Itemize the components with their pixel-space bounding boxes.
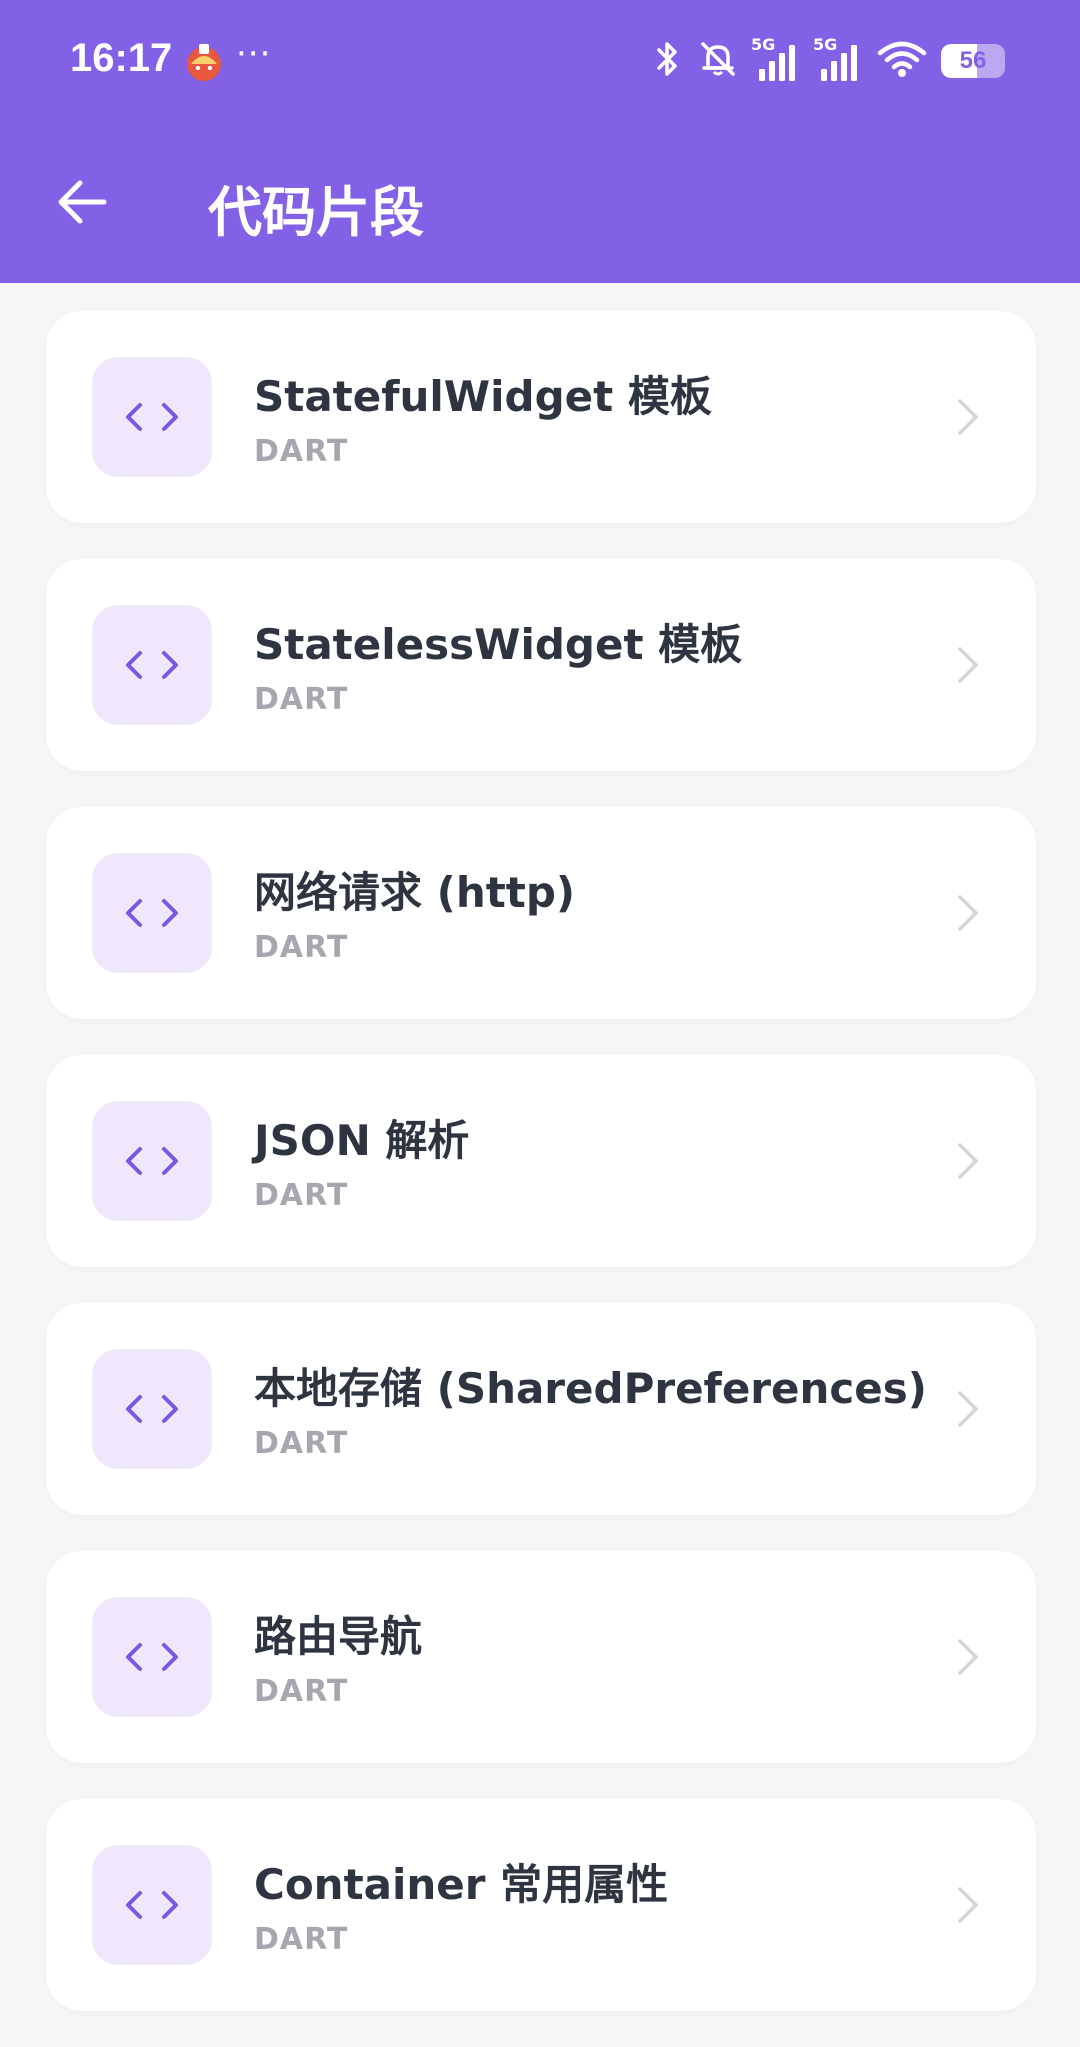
chevron-right-icon	[958, 399, 978, 435]
code-icon	[92, 605, 212, 725]
signal-icon-sim1: 5G	[751, 35, 801, 83]
code-icon	[92, 853, 212, 973]
code-icon	[92, 357, 212, 477]
bluetooth-icon	[651, 39, 683, 83]
snippet-item[interactable]: 路由导航 DART	[46, 1551, 1036, 1763]
status-time: 16:17	[70, 36, 173, 80]
mute-bell-icon	[697, 38, 739, 84]
snippet-list: StatefulWidget 模板 DART StatelessWidget 模…	[46, 311, 1036, 2047]
snippet-title: 网络请求 (http)	[254, 868, 576, 917]
battery-indicator: 56	[941, 44, 1005, 78]
code-icon	[92, 1845, 212, 1965]
snippet-language: DART	[254, 1426, 349, 1461]
snippet-item[interactable]: Container 常用属性 DART	[46, 1799, 1036, 2011]
app-notification-icon	[183, 40, 225, 82]
snippet-title: Container 常用属性	[254, 1860, 669, 1909]
chevron-right-icon	[958, 1887, 978, 1923]
status-icons: 5G 5G 56	[651, 35, 1005, 84]
snippet-title: StatelessWidget 模板	[254, 620, 743, 669]
arrow-left-icon	[58, 180, 107, 224]
snippet-language: DART	[254, 1674, 349, 1709]
chevron-right-icon	[958, 1391, 978, 1427]
code-icon	[92, 1349, 212, 1469]
snippet-language: DART	[254, 930, 349, 965]
snippet-item[interactable]: 网络请求 (http) DART	[46, 807, 1036, 1019]
app-bar: 16:17 ··· 5G 5G 56 代码片段	[0, 0, 1080, 283]
status-bar: 16:17 ··· 5G 5G 56	[0, 0, 1080, 120]
snippet-title: StatefulWidget 模板	[254, 372, 712, 421]
network-type-label: 5G	[751, 35, 776, 54]
snippet-title: JSON 解析	[254, 1116, 470, 1165]
chevron-right-icon	[958, 1639, 978, 1675]
snippet-language: DART	[254, 1922, 349, 1957]
snippet-language: DART	[254, 1178, 349, 1213]
network-type-label: 5G	[813, 35, 838, 54]
chevron-right-icon	[958, 895, 978, 931]
code-icon	[92, 1597, 212, 1717]
back-button[interactable]	[50, 170, 114, 234]
snippet-language: DART	[254, 434, 349, 469]
snippet-item[interactable]: 本地存储 (SharedPreferences) DART	[46, 1303, 1036, 1515]
snippet-language: DART	[254, 682, 349, 717]
snippet-item[interactable]: JSON 解析 DART	[46, 1055, 1036, 1267]
chevron-right-icon	[958, 647, 978, 683]
signal-icon-sim2: 5G	[813, 35, 863, 83]
snippet-title: 本地存储 (SharedPreferences)	[254, 1364, 927, 1413]
page-title: 代码片段	[208, 181, 424, 244]
wifi-icon	[877, 39, 927, 83]
code-icon	[92, 1101, 212, 1221]
chevron-right-icon	[958, 1143, 978, 1179]
snippet-item[interactable]: StatelessWidget 模板 DART	[46, 559, 1036, 771]
snippet-item[interactable]: StatefulWidget 模板 DART	[46, 311, 1036, 523]
battery-level: 56	[959, 47, 987, 74]
snippet-title: 路由导航	[254, 1612, 423, 1661]
more-notifications-icon: ···	[236, 34, 272, 74]
